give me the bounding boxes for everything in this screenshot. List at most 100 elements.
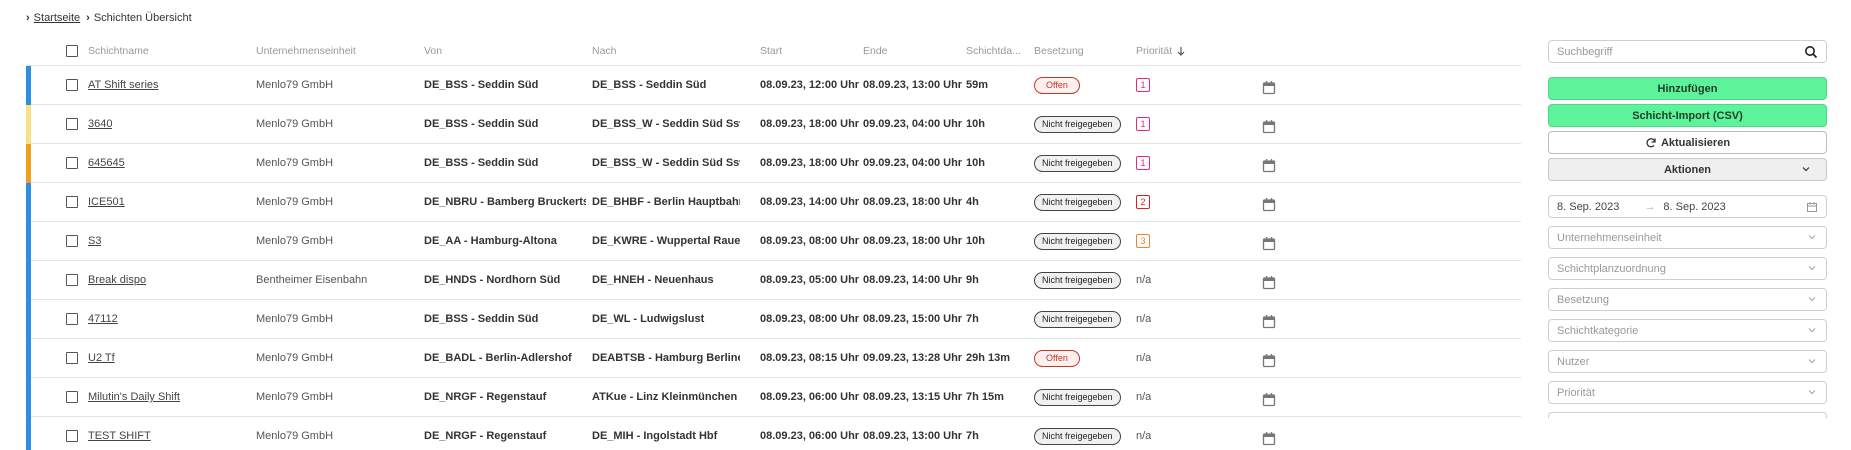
table-row[interactable]: AT Shift series Menlo79 GmbH DE_BSS - Sedd…: [26, 66, 1521, 105]
row-color-bar: [26, 417, 31, 450]
cell-unit: Menlo79 GmbH: [256, 157, 334, 169]
row-color-bar: [26, 66, 31, 105]
chevron-down-icon: [1808, 390, 1816, 395]
cell-duration: 7h 15m: [966, 391, 1004, 403]
breadcrumb-home-link[interactable]: Startseite: [34, 12, 80, 24]
table-row[interactable]: S3 Menlo79 GmbH DE_AA - Hamburg-Altona DE_K…: [26, 222, 1521, 261]
shift-name-link[interactable]: 3640: [88, 118, 112, 130]
calendar-icon[interactable]: [1262, 310, 1276, 329]
filter-dropdown[interactable]: Schichtkategorie: [1548, 319, 1827, 342]
col-header-unit[interactable]: Unternehmenseinheit: [256, 36, 356, 65]
table-row[interactable]: 47112 Menlo79 GmbH DE_BSS - Seddin Süd DE_W…: [26, 300, 1521, 339]
calendar-icon[interactable]: [1262, 76, 1276, 95]
cell-end: 09.09.23, 04:00 Uhr: [863, 157, 963, 169]
refresh-button[interactable]: Aktualisieren: [1548, 131, 1827, 154]
cell-duration: 7h: [966, 430, 979, 442]
cell-end: 08.09.23, 13:00 Uhr: [863, 430, 963, 442]
search-input[interactable]: [1557, 45, 1787, 58]
cell-unit: Menlo79 GmbH: [256, 196, 334, 208]
occupancy-badge: Nicht freigegeben: [1034, 271, 1121, 289]
cell-start: 08.09.23, 08:00 Uhr: [760, 235, 860, 247]
date-range-picker[interactable]: 8. Sep. 2023 → 8. Sep. 2023: [1548, 195, 1827, 218]
col-header-from[interactable]: Von: [424, 36, 442, 65]
col-header-to[interactable]: Nach: [592, 36, 617, 65]
search-icon[interactable]: [1804, 45, 1818, 59]
shift-name-link[interactable]: Break dispo: [88, 274, 146, 286]
filter-placeholder: Unternehmenseinheit: [1557, 231, 1662, 244]
table-row[interactable]: Milutin's Daily Shift Menlo79 GmbH DE_NRGF…: [26, 378, 1521, 417]
table-row[interactable]: TEST SHIFT Menlo79 GmbH DE_NRGF - Regensta…: [26, 417, 1521, 450]
filter-dropdown[interactable]: Priorität: [1548, 381, 1827, 404]
filter-placeholder: Schichtkategorie: [1557, 324, 1639, 337]
row-checkbox[interactable]: [66, 79, 78, 91]
cell-unit: Menlo79 GmbH: [256, 352, 334, 364]
filter-dropdown[interactable]: Schichtplanzuordnung: [1548, 257, 1827, 280]
refresh-icon: [1646, 137, 1656, 147]
table-header: Schichtname Unternehmenseinheit Von Nach…: [26, 36, 1521, 66]
calendar-icon[interactable]: [1262, 388, 1276, 407]
row-color-bar: [26, 183, 31, 222]
shift-name-link[interactable]: U2 Tf: [88, 352, 115, 364]
shift-name-link[interactable]: Milutin's Daily Shift: [88, 391, 180, 403]
calendar-icon[interactable]: [1262, 271, 1276, 290]
cell-start: 08.09.23, 06:00 Uhr: [760, 391, 860, 403]
col-header-name[interactable]: Schichtname: [88, 36, 149, 65]
calendar-icon[interactable]: [1262, 115, 1276, 134]
row-checkbox[interactable]: [66, 391, 78, 403]
cell-to: DE_MIH - Ingolstadt Hbf: [592, 430, 718, 442]
priority-badge: 1: [1136, 156, 1150, 170]
actions-dropdown[interactable]: Aktionen: [1548, 158, 1827, 181]
add-button[interactable]: Hinzufügen: [1548, 77, 1827, 100]
cell-end: 09.09.23, 04:00 Uhr: [863, 118, 963, 130]
shift-name-link[interactable]: 47112: [88, 313, 118, 325]
table-row[interactable]: ICE501 Menlo79 GmbH DE_NBRU - Bamberg Bruc…: [26, 183, 1521, 222]
col-header-end[interactable]: Ende: [863, 36, 888, 65]
calendar-icon[interactable]: [1262, 427, 1276, 446]
shift-name-link[interactable]: S3: [88, 235, 101, 247]
row-checkbox[interactable]: [66, 430, 78, 442]
col-header-priority[interactable]: Priorität: [1136, 36, 1186, 65]
calendar-icon[interactable]: [1262, 349, 1276, 368]
filter-dropdowns: Unternehmenseinheit Schichtplanzuordnung B…: [1548, 226, 1827, 404]
shift-name-link[interactable]: 645645: [88, 157, 125, 169]
row-checkbox[interactable]: [66, 235, 78, 247]
cell-end: 09.09.23, 13:28 Uhr: [863, 352, 963, 364]
row-checkbox[interactable]: [66, 313, 78, 325]
filter-dropdown[interactable]: Unternehmenseinheit: [1548, 226, 1827, 249]
row-checkbox[interactable]: [66, 118, 78, 130]
row-checkbox[interactable]: [66, 196, 78, 208]
cell-to: DE_BSS - Seddin Süd: [592, 79, 707, 91]
row-checkbox[interactable]: [66, 274, 78, 286]
col-header-duration[interactable]: Schichtda...: [966, 36, 1021, 65]
table-row[interactable]: U2 Tf Menlo79 GmbH DE_BADL - Berlin-Adlers…: [26, 339, 1521, 378]
priority-badge: 1: [1136, 78, 1150, 92]
shift-name-link[interactable]: AT Shift series: [88, 79, 159, 91]
cell-from: DE_BSS - Seddin Süd: [424, 157, 539, 169]
occupancy-badge: Nicht freigegeben: [1034, 310, 1121, 328]
shift-name-link[interactable]: TEST SHIFT: [88, 430, 151, 442]
row-color-bar: [26, 105, 31, 144]
import-csv-button[interactable]: Schicht-Import (CSV): [1548, 104, 1827, 127]
col-header-priority-label: Priorität: [1136, 44, 1173, 57]
col-header-occupancy[interactable]: Besetzung: [1034, 36, 1084, 65]
col-header-start[interactable]: Start: [760, 36, 782, 65]
row-checkbox[interactable]: [66, 157, 78, 169]
table-row[interactable]: 645645 Menlo79 GmbH DE_BSS - Seddin Süd DE_…: [26, 144, 1521, 183]
filter-dropdown[interactable]: Besetzung: [1548, 288, 1827, 311]
filter-panel: Hinzufügen Schicht-Import (CSV) Aktualis…: [1548, 40, 1827, 418]
table-row[interactable]: Break dispo Bentheimer Eisenbahn DE_HNDS -…: [26, 261, 1521, 300]
calendar-icon[interactable]: [1262, 154, 1276, 173]
row-color-bar: [26, 261, 31, 300]
calendar-icon[interactable]: [1262, 193, 1276, 212]
date-from[interactable]: 8. Sep. 2023: [1557, 201, 1619, 213]
date-to[interactable]: 8. Sep. 2023: [1663, 201, 1725, 213]
cell-start: 08.09.23, 06:00 Uhr: [760, 430, 860, 442]
priority-value: n/a: [1136, 430, 1152, 442]
filter-dropdown[interactable]: Nutzer: [1548, 350, 1827, 373]
row-checkbox[interactable]: [66, 352, 78, 364]
calendar-icon[interactable]: [1262, 232, 1276, 251]
table-row[interactable]: 3640 Menlo79 GmbH DE_BSS - Seddin Süd DE_BS…: [26, 105, 1521, 144]
shift-name-link[interactable]: ICE501: [88, 196, 125, 208]
select-all-checkbox[interactable]: [66, 44, 78, 57]
calendar-icon[interactable]: [1806, 201, 1818, 213]
